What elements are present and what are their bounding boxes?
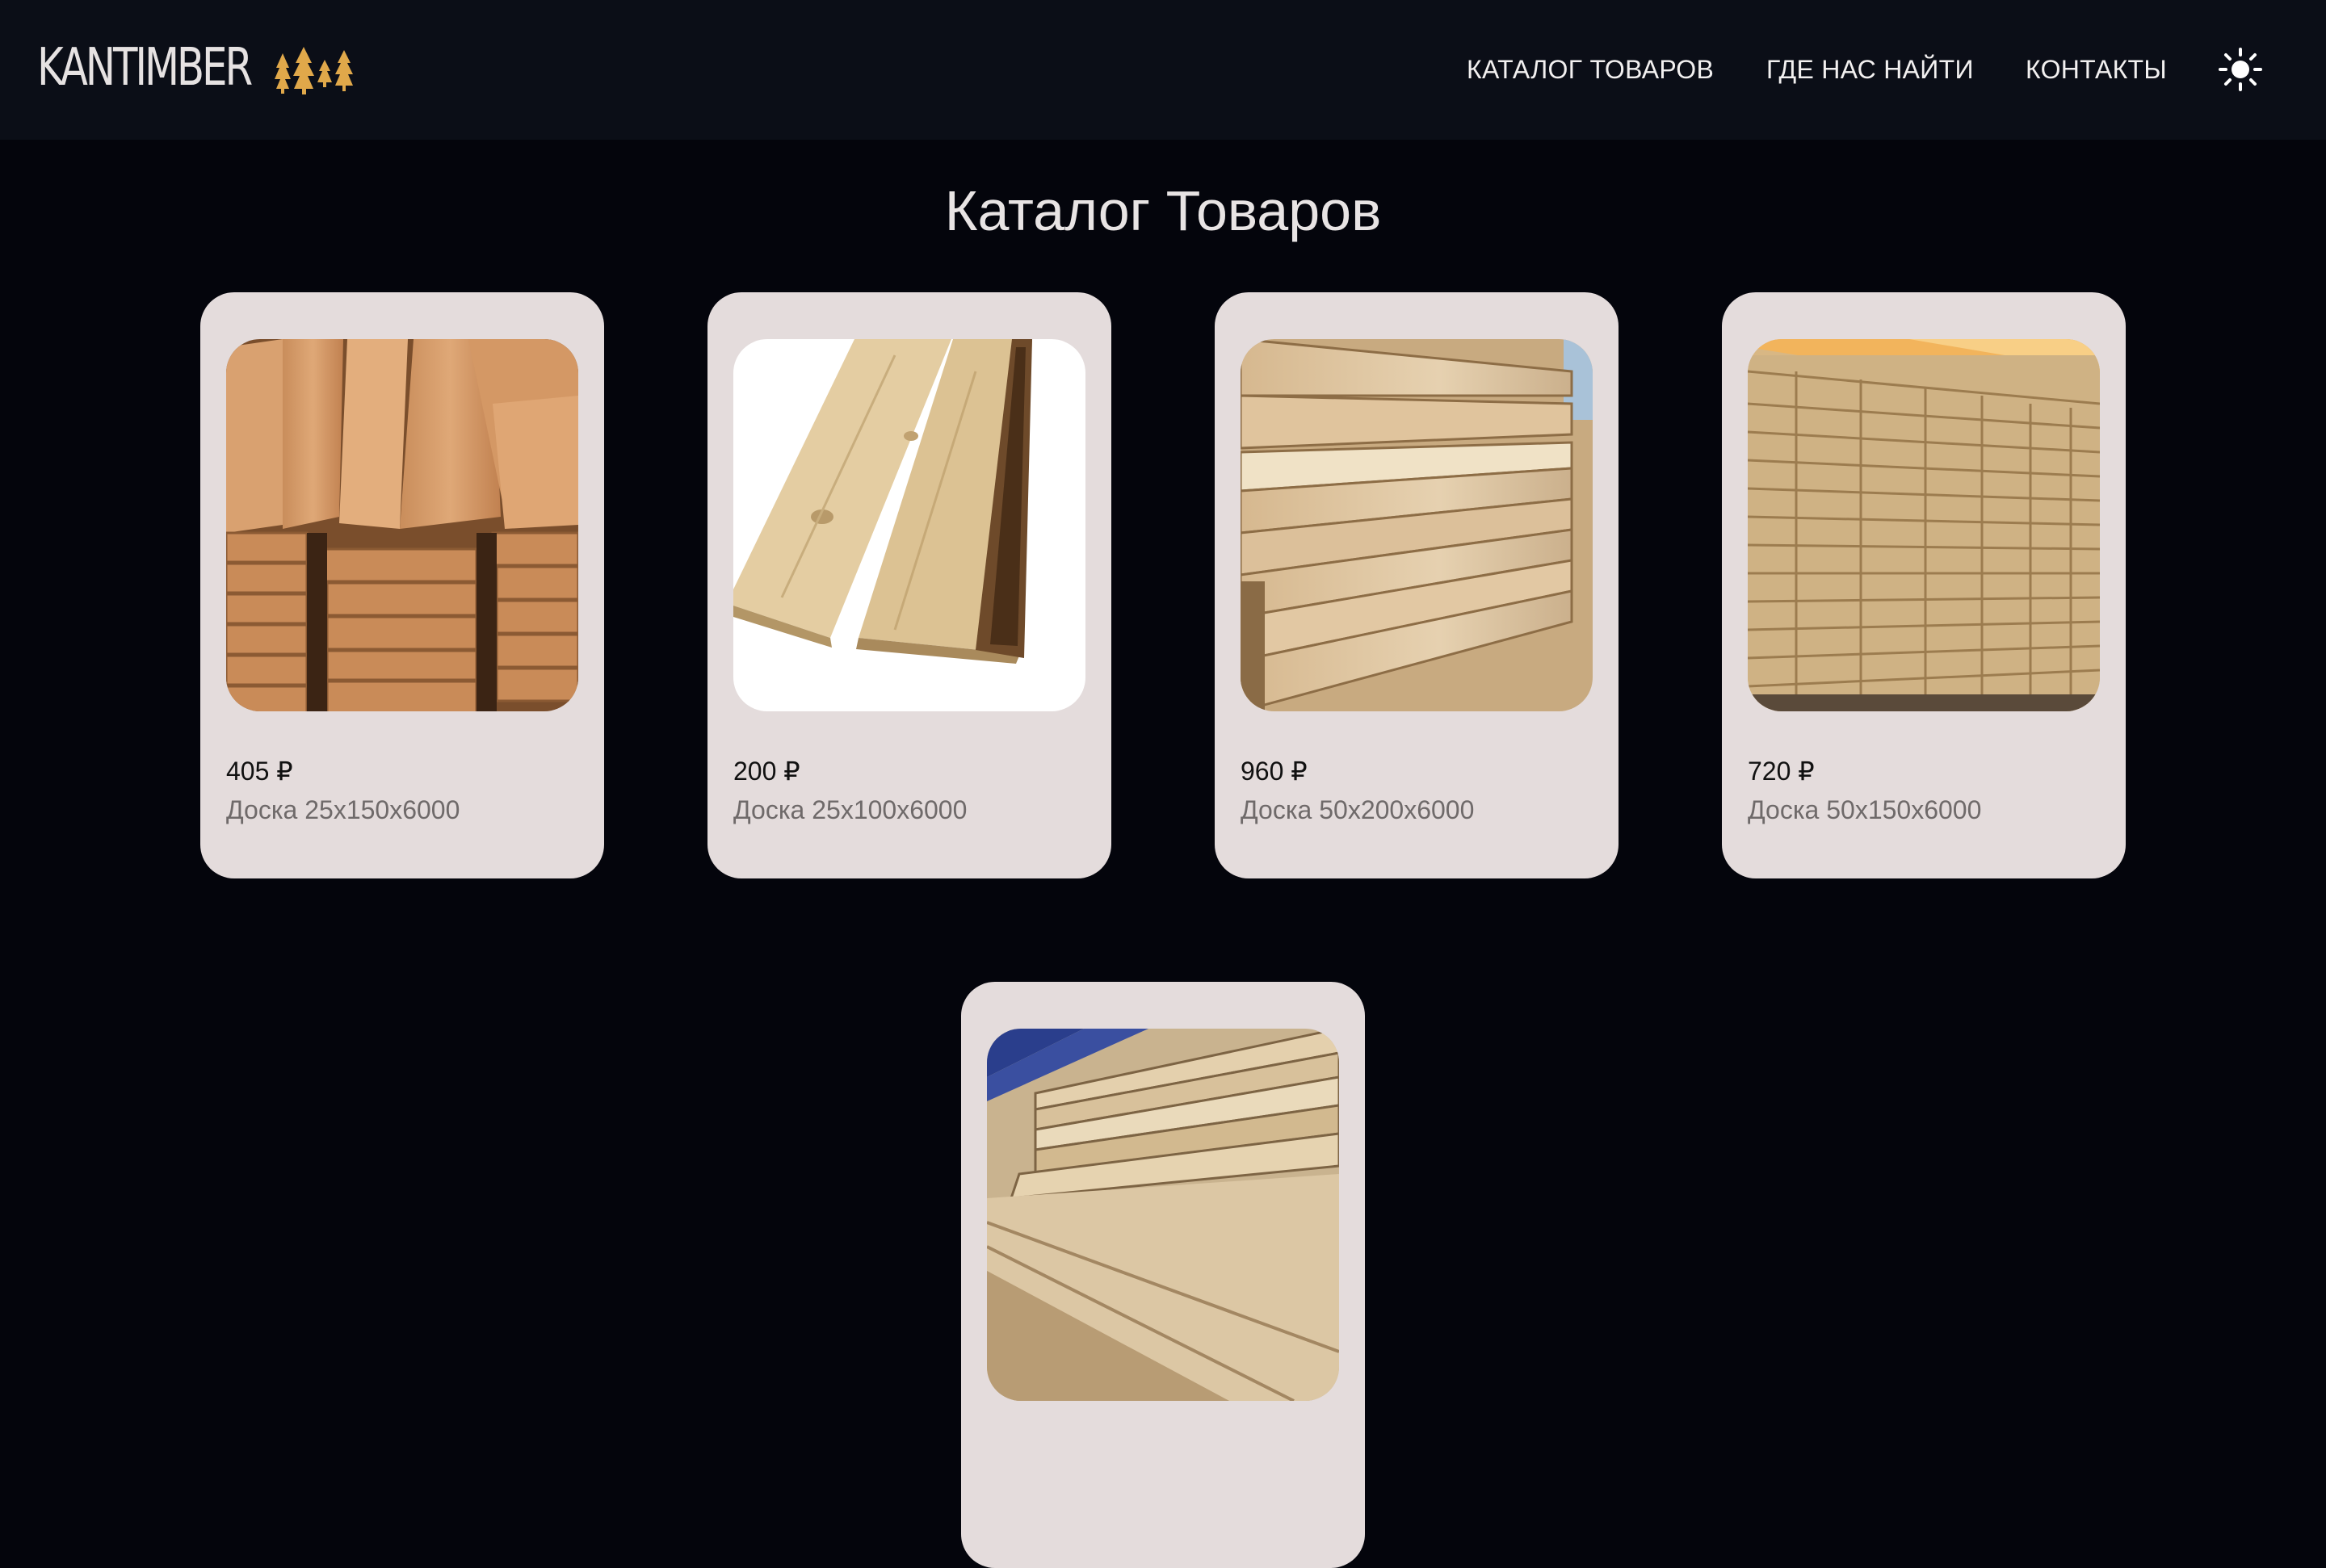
product-image [1241, 339, 1593, 711]
product-card[interactable]: 720 ₽ Доска 50x150x6000 [1722, 292, 2126, 878]
product-card[interactable]: 200 ₽ Доска 25x100x6000 [707, 292, 1111, 878]
product-image [987, 1029, 1339, 1401]
nav-contacts[interactable]: КОНТАКТЫ [2026, 52, 2167, 87]
brand-logo[interactable]: KANTIMBER [37, 38, 353, 98]
nav-catalog[interactable]: КАТАЛОГ ТОВАРОВ [1467, 52, 1714, 87]
product-name: Доска 25x150x6000 [226, 795, 460, 824]
brand-name: KANTIMBER [37, 38, 253, 98]
product-price: 200 ₽ [733, 757, 800, 786]
product-price: 405 ₽ [226, 757, 293, 786]
product-card[interactable]: 960 ₽ Доска 50x200x6000 [1215, 292, 1619, 878]
nav-where-to-find[interactable]: ГДЕ НАС НАЙТИ [1766, 52, 1974, 87]
page-title: Каталог Товаров [944, 179, 1382, 242]
product-name: Доска 50x150x6000 [1748, 795, 1982, 824]
product-image [1748, 339, 2100, 711]
product-name: Доска 25x100x6000 [733, 795, 968, 824]
pine-trees-icon [275, 47, 353, 94]
product-image [733, 339, 1085, 711]
product-card[interactable] [961, 982, 1365, 1568]
product-price: 960 ₽ [1241, 757, 1308, 786]
product-image [226, 339, 578, 711]
product-card[interactable]: 405 ₽ Доска 25x150x6000 [200, 292, 604, 878]
sun-icon [2219, 48, 2262, 91]
product-name: Доска 50x200x6000 [1241, 795, 1475, 824]
product-price: 720 ₽ [1748, 757, 1815, 786]
site-header: KANTIMBER КАТАЛОГ ТОВАРОВ ГДЕ НАС НАЙТИ … [0, 0, 2326, 140]
theme-toggle-button[interactable] [2218, 47, 2263, 92]
